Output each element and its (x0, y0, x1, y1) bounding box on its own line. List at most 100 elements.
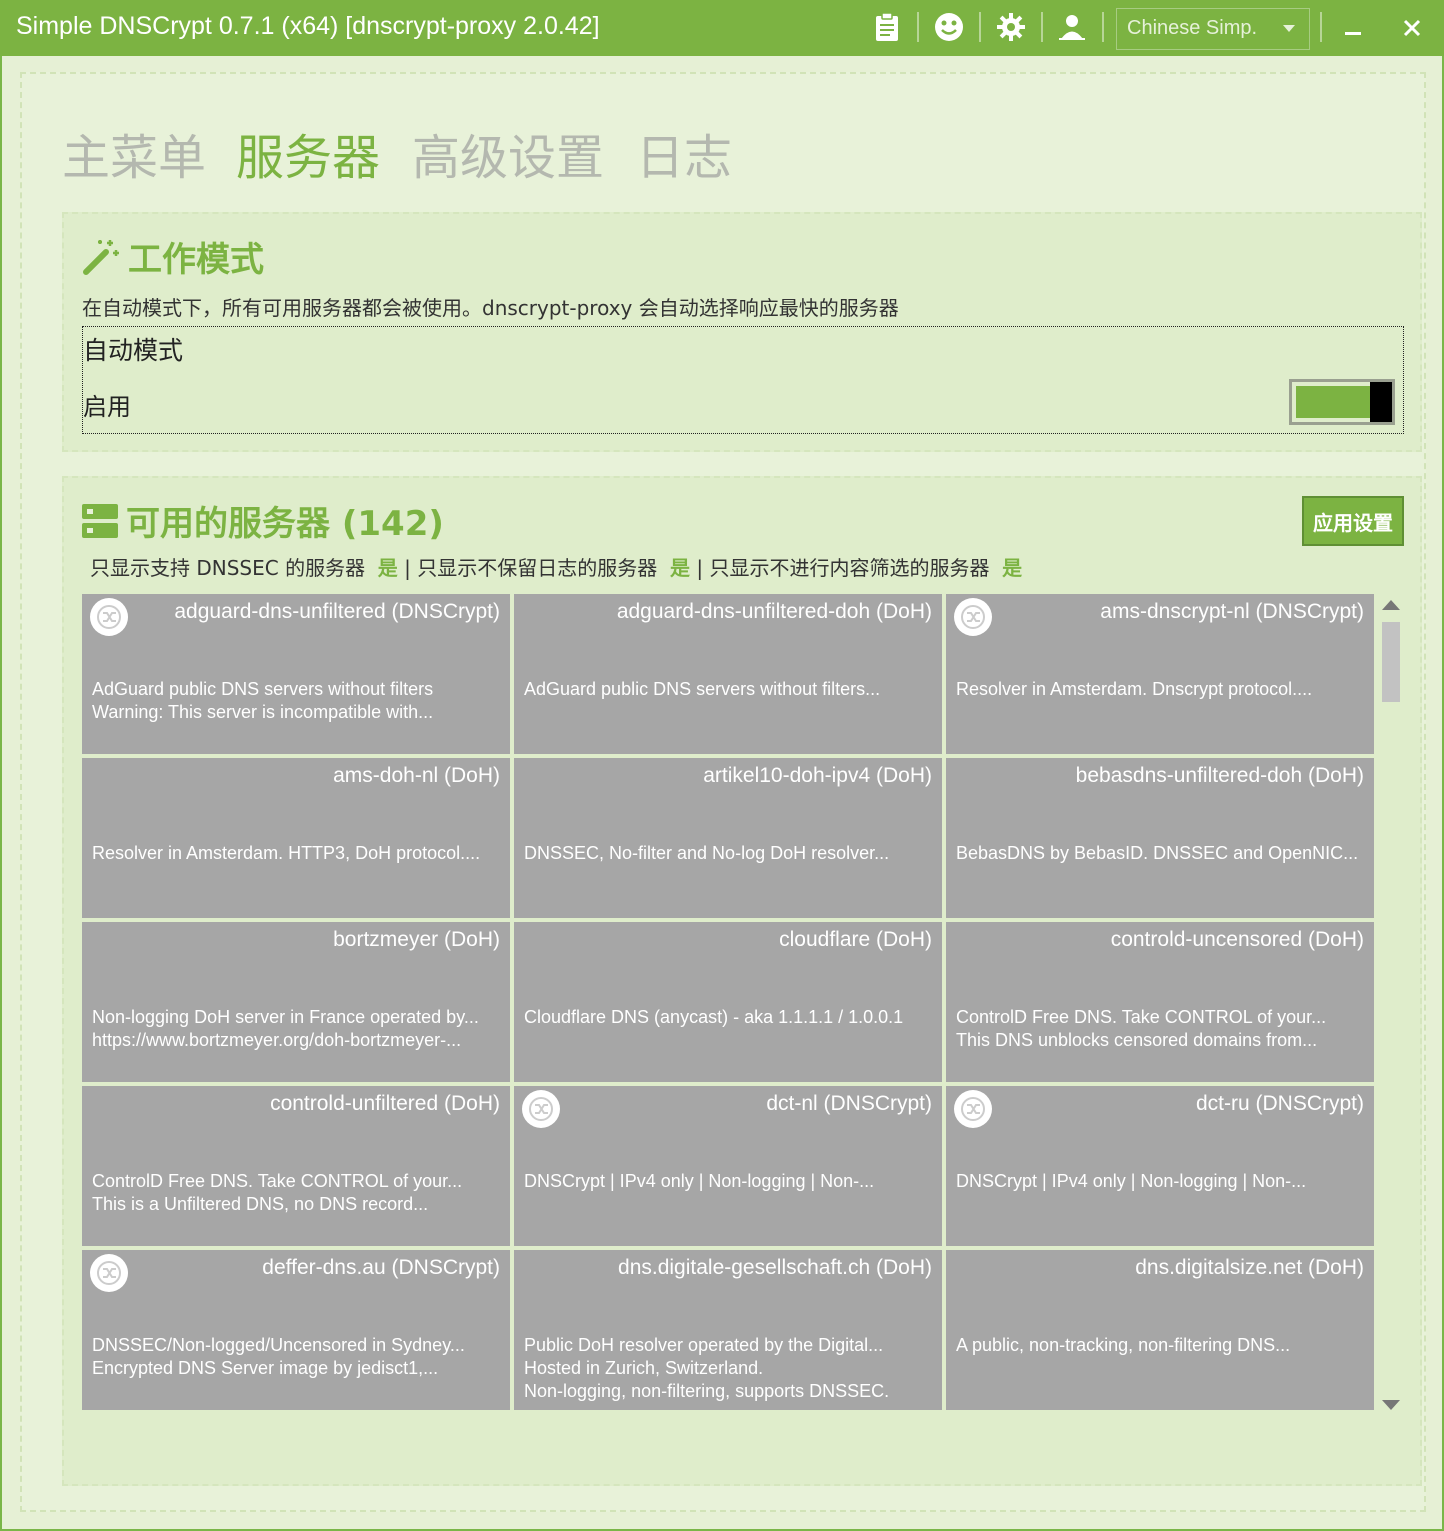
server-name: cloudflare (DoH) (779, 928, 932, 951)
filter-nofilter-toggle[interactable]: 是 (1002, 556, 1022, 580)
separator (1102, 12, 1104, 42)
content-frame: 主菜单 服务器 高级设置 日志 工作模式 在自动模式下，所有可用服务器都会被使用… (20, 72, 1426, 1512)
servers-title: 可用的服务器 (142) (82, 496, 444, 545)
scroll-thumb[interactable] (1382, 622, 1400, 702)
work-mode-panel: 工作模式 在自动模式下，所有可用服务器都会被使用。dnscrypt-proxy … (62, 212, 1422, 452)
tab-logs[interactable]: 日志 (636, 118, 732, 188)
server-tile[interactable]: adguard-dns-unfiltered-doh (DoH) AdGuard … (514, 594, 942, 754)
separator (1320, 12, 1322, 42)
server-name: artikel10-doh-ipv4 (DoH) (703, 764, 932, 787)
shuffle-icon (954, 598, 992, 636)
clipboard-icon[interactable] (870, 10, 904, 44)
work-mode-title-text: 工作模式 (128, 240, 264, 280)
server-tile[interactable]: artikel10-doh-ipv4 (DoH) DNSSEC, No-filte… (514, 758, 942, 918)
separator (1041, 12, 1043, 42)
server-icon (82, 503, 118, 538)
shuffle-icon (90, 598, 128, 636)
server-description: AdGuard public DNS servers without filte… (524, 679, 881, 699)
window-title: Simple DNSCrypt 0.7.1 (x64) [dnscrypt-pr… (16, 12, 600, 40)
server-description: Resolver in Amsterdam. HTTP3, DoH protoc… (92, 843, 481, 863)
gear-icon[interactable] (994, 10, 1028, 44)
user-icon[interactable] (1055, 10, 1089, 44)
auto-mode-label: 自动模式 (83, 336, 184, 365)
server-tile[interactable]: dns.digitale-gesellschaft.ch (DoH) Public… (514, 1250, 942, 1410)
language-value: Chinese Simp. (1127, 17, 1258, 39)
filter-nofilter-label: 只显示不进行内容筛选的服务器 (709, 556, 990, 580)
filter-bar: 只显示支持 DNSSEC 的服务器 是 | 只显示不保留日志的服务器 是 | 只… (90, 552, 1022, 581)
toggle-knob (1370, 382, 1392, 422)
server-tile[interactable]: bortzmeyer (DoH) Non-logging DoH server i… (82, 922, 510, 1082)
server-tile[interactable]: controld-uncensored (DoH) ControlD Free D… (946, 922, 1374, 1082)
server-description: A public, non-tracking, non-filtering DN… (956, 1335, 1291, 1355)
minimize-button[interactable] (1333, 10, 1373, 46)
title-bar: Simple DNSCrypt 0.7.1 (x64) [dnscrypt-pr… (0, 0, 1444, 56)
server-description: Cloudflare DNS (anycast) - aka 1.1.1.1 /… (524, 1007, 904, 1027)
server-tile[interactable]: adguard-dns-unfiltered (DNSCrypt) AdGuard… (82, 594, 510, 754)
auto-mode-toggle[interactable] (1289, 379, 1395, 425)
server-name: ams-doh-nl (DoH) (333, 764, 500, 787)
server-tile[interactable]: dct-nl (DNSCrypt) DNSCrypt | IPv4 only | … (514, 1086, 942, 1246)
filter-dnssec-label: 只显示支持 DNSSEC 的服务器 (90, 556, 366, 580)
servers-title-text: 可用的服务器 (142) (126, 504, 444, 544)
smiley-icon[interactable] (932, 10, 966, 44)
server-name: controld-uncensored (DoH) (1110, 928, 1364, 951)
chevron-down-icon (1283, 25, 1295, 32)
filter-dnssec-toggle[interactable]: 是 (378, 556, 398, 580)
apply-settings-button[interactable]: 应用设置 (1302, 496, 1404, 546)
servers-panel: 可用的服务器 (142) 应用设置 只显示支持 DNSSEC 的服务器 是 | … (62, 476, 1422, 1486)
scroll-down-arrow[interactable] (1382, 1400, 1400, 1410)
language-select[interactable]: Chinese Simp. (1116, 8, 1310, 50)
server-tile[interactable]: deffer-dns.au (DNSCrypt) DNSSEC/Non-logge… (82, 1250, 510, 1410)
server-name: bebasdns-unfiltered-doh (DoH) (1075, 764, 1364, 787)
work-mode-title: 工作模式 (82, 232, 264, 281)
filter-separator: | (696, 556, 704, 580)
server-name: adguard-dns-unfiltered (DNSCrypt) (174, 600, 500, 623)
separator (979, 12, 981, 42)
server-tile[interactable]: cloudflare (DoH) Cloudflare DNS (anycast)… (514, 922, 942, 1082)
work-mode-description: 在自动模式下，所有可用服务器都会被使用。dnscrypt-proxy 会自动选择… (82, 296, 899, 320)
shuffle-icon (522, 1090, 560, 1128)
server-name: dct-ru (DNSCrypt) (1195, 1092, 1364, 1115)
server-tile[interactable]: controld-unfiltered (DoH) ControlD Free D… (82, 1086, 510, 1246)
server-tile[interactable]: dns.digitalsize.net (DoH) A public, non-t… (946, 1250, 1374, 1410)
server-description: Non-logging DoH server in France operate… (92, 1007, 479, 1050)
server-name: dns.digitale-gesellschaft.ch (DoH) (618, 1256, 932, 1279)
server-description: ControlD Free DNS. Take CONTROL of your.… (92, 1171, 463, 1214)
toggle-fill (1296, 386, 1372, 418)
server-description: DNSSEC/Non-logged/Uncensored in Sydney..… (92, 1335, 465, 1378)
magic-wand-icon (83, 239, 119, 275)
window-body: 主菜单 服务器 高级设置 日志 工作模式 在自动模式下，所有可用服务器都会被使用… (2, 56, 1442, 1529)
server-list-scrollbar[interactable] (1380, 594, 1402, 1416)
server-tile[interactable]: ams-dnscrypt-nl (DNSCrypt) Resolver in Am… (946, 594, 1374, 754)
auto-mode-box: 自动模式 启用 (82, 326, 1404, 434)
server-description: BebasDNS by BebasID. DNSSEC and OpenNIC.… (956, 843, 1359, 863)
enable-label: 启用 (83, 393, 131, 421)
server-name: bortzmeyer (DoH) (333, 928, 500, 951)
server-name: dns.digitalsize.net (DoH) (1135, 1256, 1364, 1279)
filter-nolog-label: 只显示不保留日志的服务器 (417, 556, 658, 580)
server-tile[interactable]: bebasdns-unfiltered-doh (DoH) BebasDNS by… (946, 758, 1374, 918)
filter-nolog-toggle[interactable]: 是 (670, 556, 690, 580)
server-name: adguard-dns-unfiltered-doh (DoH) (616, 600, 932, 623)
tab-advanced-settings[interactable]: 高级设置 (412, 118, 604, 188)
server-name: dct-nl (DNSCrypt) (766, 1092, 932, 1115)
server-tile[interactable]: dct-ru (DNSCrypt) DNSCrypt | IPv4 only | … (946, 1086, 1374, 1246)
server-tile[interactable]: ams-doh-nl (DoH) Resolver in Amsterdam. H… (82, 758, 510, 918)
server-description: ControlD Free DNS. Take CONTROL of your.… (956, 1007, 1327, 1050)
filter-separator: | (404, 556, 411, 580)
separator (917, 12, 919, 42)
server-description: DNSSEC, No-filter and No-log DoH resolve… (524, 843, 890, 863)
server-description: DNSCrypt | IPv4 only | Non-logging | Non… (956, 1171, 1307, 1191)
server-name: deffer-dns.au (DNSCrypt) (262, 1256, 500, 1279)
close-button[interactable] (1392, 10, 1432, 46)
server-description: Resolver in Amsterdam. Dnscrypt protocol… (956, 679, 1313, 699)
server-grid: adguard-dns-unfiltered (DNSCrypt) AdGuard… (82, 594, 1378, 1416)
server-description: Public DoH resolver operated by the Digi… (524, 1335, 890, 1401)
shuffle-icon (90, 1254, 128, 1292)
server-name: ams-dnscrypt-nl (DNSCrypt) (1100, 600, 1364, 623)
tab-servers[interactable]: 服务器 (236, 118, 380, 188)
server-description: DNSCrypt | IPv4 only | Non-logging | Non… (524, 1171, 875, 1191)
tab-main-menu[interactable]: 主菜单 (62, 118, 206, 188)
scroll-up-arrow[interactable] (1382, 600, 1400, 610)
server-description: AdGuard public DNS servers without filte… (92, 679, 434, 722)
